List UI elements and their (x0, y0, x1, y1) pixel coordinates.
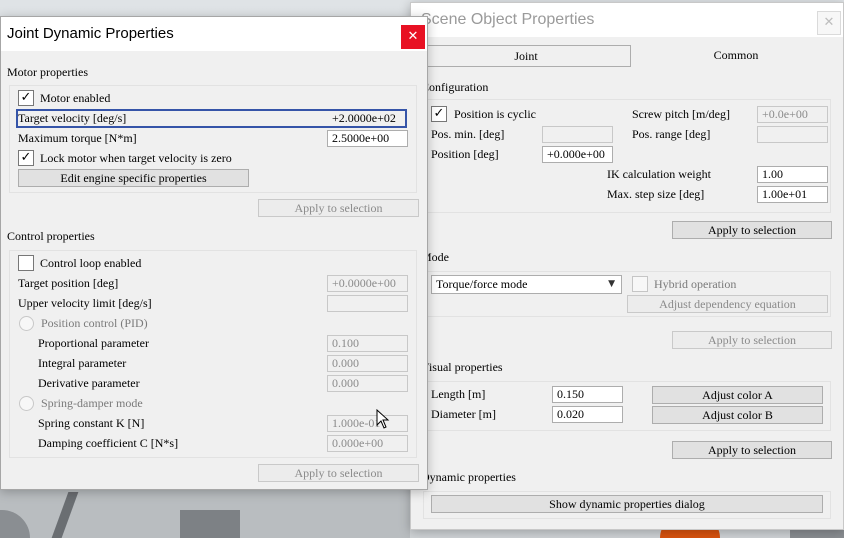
tab-common[interactable]: Common (631, 45, 841, 67)
window-title: Scene Object Properties (421, 11, 595, 28)
tab-label: Common (713, 48, 759, 62)
mouse-cursor-icon (376, 409, 390, 429)
upper-velocity-label: Upper velocity limit [deg/s] (18, 296, 152, 310)
visual-apply-button[interactable]: Apply to selection (672, 441, 832, 459)
section-dynamic: Dynamic properties (421, 470, 516, 484)
adjust-color-b-button[interactable]: Adjust color B (652, 406, 823, 424)
close-button[interactable]: ✕ (817, 11, 841, 35)
motor-enabled-checkbox[interactable]: ✓ (18, 90, 34, 106)
adjust-dependency-button[interactable]: Adjust dependency equation (627, 295, 828, 313)
spring-k-label: Spring constant K [N] (38, 416, 145, 430)
integral-label: Integral parameter (38, 356, 127, 370)
chevron-down-icon: ▼ (608, 279, 615, 289)
pos-range-label: Pos. range [deg] (632, 127, 711, 141)
position-label: Position [deg] (431, 147, 499, 161)
position-control-label: Position control (PID) (41, 316, 148, 330)
spring-k-field[interactable]: 1.000e-01 (327, 415, 408, 432)
close-icon: ✕ (407, 29, 419, 44)
proportional-field[interactable]: 0.100 (327, 335, 408, 352)
spring-damper-label: Spring-damper mode (41, 396, 143, 410)
position-cyclic-label: Position is cyclic (454, 107, 536, 121)
diameter-label: Diameter [m] (431, 407, 496, 421)
screw-pitch-label: Screw pitch [m/deg] (632, 107, 730, 121)
control-loop-label: Control loop enabled (40, 256, 142, 270)
control-apply-button[interactable]: Apply to selection (258, 464, 419, 482)
screw-pitch-field[interactable]: +0.0e+00 (757, 106, 828, 123)
section-visual: Visual properties (421, 360, 503, 374)
control-loop-checkbox[interactable] (18, 255, 34, 271)
ik-weight-label: IK calculation weight (607, 167, 711, 181)
damping-field[interactable]: 0.000e+00 (327, 435, 408, 452)
proportional-label: Proportional parameter (38, 336, 149, 350)
close-button[interactable]: ✕ (401, 25, 425, 49)
target-velocity-field[interactable]: +2.0000e+02 (327, 110, 406, 127)
max-torque-label: Maximum torque [N*m] (18, 131, 137, 145)
diameter-field[interactable]: 0.020 (552, 406, 623, 423)
spring-damper-radio[interactable] (19, 396, 34, 411)
upper-velocity-field[interactable] (327, 295, 408, 312)
pos-range-field[interactable] (757, 126, 828, 143)
length-label: Length [m] (431, 387, 486, 401)
section-motor: Motor properties (7, 65, 88, 79)
motor-enabled-label: Motor enabled (40, 91, 111, 105)
position-cyclic-checkbox[interactable]: ✓ (431, 106, 447, 122)
position-field[interactable]: +0.000e+00 (542, 146, 613, 163)
adjust-color-a-button[interactable]: Adjust color A (652, 386, 823, 404)
edit-engine-button[interactable]: Edit engine specific properties (18, 169, 249, 187)
lock-motor-label: Lock motor when target velocity is zero (40, 151, 232, 165)
config-apply-button[interactable]: Apply to selection (672, 221, 832, 239)
target-velocity-label: Target velocity [deg/s] (18, 111, 127, 125)
damping-label: Damping coefficient C [N*s] (38, 436, 179, 450)
tab-joint[interactable]: Joint (421, 45, 631, 67)
lock-motor-checkbox[interactable]: ✓ (18, 150, 34, 166)
motor-apply-button[interactable]: Apply to selection (258, 199, 419, 217)
hybrid-operation-checkbox[interactable] (632, 276, 648, 292)
mode-dropdown[interactable]: Torque/force mode ▼ (431, 275, 622, 294)
max-step-field[interactable]: 1.00e+01 (757, 186, 828, 203)
derivative-field[interactable]: 0.000 (327, 375, 408, 392)
max-step-label: Max. step size [deg] (607, 187, 705, 201)
scene-object (180, 510, 240, 538)
position-control-radio[interactable] (19, 316, 34, 331)
window-title: Joint Dynamic Properties (7, 25, 174, 42)
tab-label: Joint (514, 49, 538, 63)
derivative-label: Derivative parameter (38, 376, 140, 390)
integral-field[interactable]: 0.000 (327, 355, 408, 372)
joint-dynamic-properties-window: Joint Dynamic Properties ✕ Motor propert… (0, 16, 428, 490)
max-torque-field[interactable]: 2.5000e+00 (327, 130, 408, 147)
section-configuration: Configuration (421, 80, 489, 94)
scene-object-properties-window: Scene Object Properties ✕ Joint Common C… (410, 2, 844, 530)
pos-min-field[interactable] (542, 126, 613, 143)
hybrid-operation-label: Hybrid operation (654, 277, 737, 291)
pos-min-label: Pos. min. [deg] (431, 127, 505, 141)
section-control: Control properties (7, 229, 95, 243)
target-position-field[interactable]: +0.0000e+00 (327, 275, 408, 292)
length-field[interactable]: 0.150 (552, 386, 623, 403)
title-bar[interactable]: Scene Object Properties ✕ (411, 3, 843, 37)
ik-weight-field[interactable]: 1.00 (757, 166, 828, 183)
mode-apply-button[interactable]: Apply to selection (672, 331, 832, 349)
mode-selected: Torque/force mode (436, 277, 528, 291)
show-dynamic-dialog-button[interactable]: Show dynamic properties dialog (431, 495, 823, 513)
title-bar[interactable]: Joint Dynamic Properties ✕ (1, 17, 427, 51)
target-position-label: Target position [deg] (18, 276, 119, 290)
